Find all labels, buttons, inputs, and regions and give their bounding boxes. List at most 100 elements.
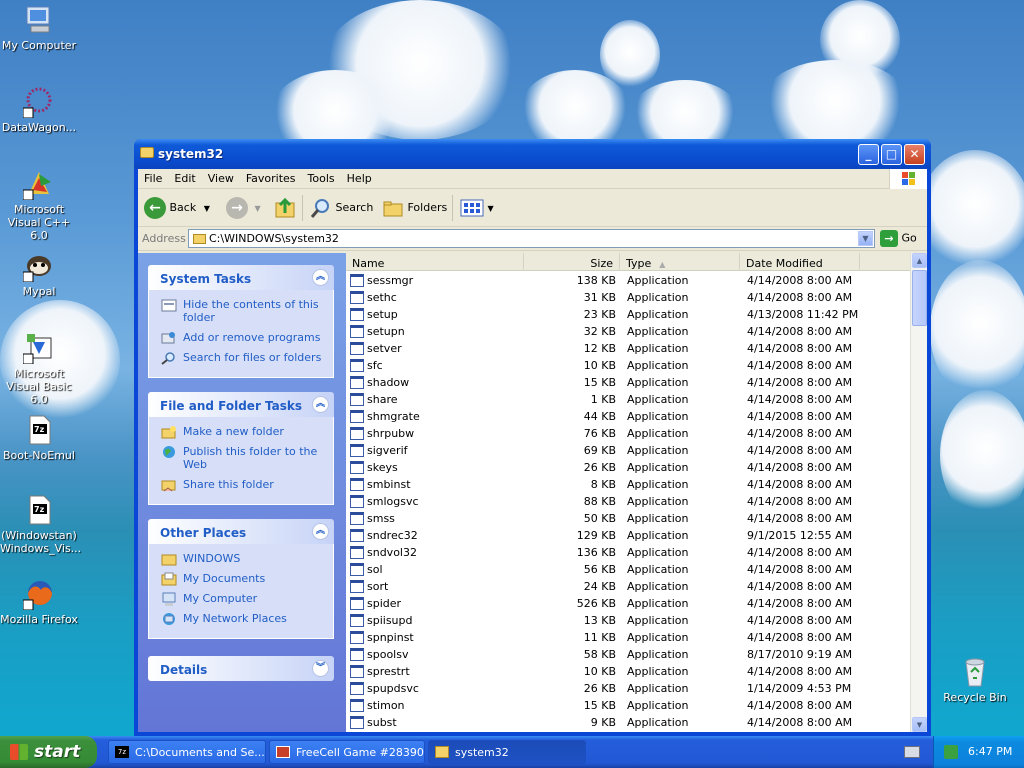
- views-button[interactable]: ▼: [460, 197, 494, 219]
- desktop-icon-datawagon[interactable]: DataWagon...: [0, 86, 78, 134]
- desktop-icon-boot-noemul[interactable]: 7z Boot-NoEmul: [0, 414, 78, 462]
- desktop-icon-mypal[interactable]: Mypal: [0, 250, 78, 298]
- application-icon: [350, 529, 364, 542]
- link-my-computer[interactable]: My Computer: [161, 592, 325, 606]
- link-my-documents[interactable]: My Documents: [161, 572, 325, 586]
- file-row[interactable]: shadow 15 KB Application 4/14/2008 8:00 AM: [346, 374, 910, 391]
- file-row[interactable]: smlogsvc 88 KB Application 4/14/2008 8:00 A…: [346, 493, 910, 510]
- file-row[interactable]: sethc 31 KB Application 4/14/2008 8:00 AM: [346, 289, 910, 306]
- file-row[interactable]: share 1 KB Application 4/14/2008 8:00 AM: [346, 391, 910, 408]
- file-row[interactable]: skeys 26 KB Application 4/14/2008 8:00 AM: [346, 459, 910, 476]
- file-row[interactable]: spnpinst 11 KB Application 4/14/2008 8:00 A…: [346, 629, 910, 646]
- chevron-down-icon[interactable]: ▼: [204, 204, 210, 213]
- desktop-icon-windowstan[interactable]: 7z (Windowstan) Windows_Vis...: [0, 494, 81, 555]
- file-row[interactable]: setup 23 KB Application 4/13/2008 11:42 PM: [346, 306, 910, 323]
- file-row[interactable]: spoolsv 58 KB Application 8/17/2010 9:19 AM: [346, 646, 910, 663]
- link-share-folder[interactable]: Share this folder: [161, 478, 325, 492]
- link-add-remove-programs[interactable]: Add or remove programs: [161, 331, 325, 344]
- file-row[interactable]: smbinst 8 KB Application 4/14/2008 8:00 AM: [346, 476, 910, 493]
- link-search-files[interactable]: Search for files or folders: [161, 351, 325, 365]
- link-windows[interactable]: WINDOWS: [161, 552, 325, 566]
- file-row[interactable]: sessmgr 138 KB Application 4/14/2008 8:00 A…: [346, 272, 910, 289]
- collapse-icon[interactable]: ︽: [312, 269, 329, 286]
- address-dropdown-button[interactable]: ▼: [858, 231, 873, 246]
- file-row[interactable]: sort 24 KB Application 4/14/2008 8:00 AM: [346, 578, 910, 595]
- menu-view[interactable]: View: [202, 169, 240, 185]
- file-date-modified: 4/14/2008 8:00 AM: [747, 563, 853, 576]
- link-my-network-places[interactable]: My Network Places: [161, 612, 325, 625]
- menu-favorites[interactable]: Favorites: [240, 169, 302, 185]
- menu-file[interactable]: File: [138, 169, 168, 185]
- collapse-icon[interactable]: ︽: [312, 396, 329, 413]
- clock[interactable]: 6:47 PM: [968, 745, 1012, 758]
- close-button[interactable]: ✕: [904, 144, 925, 165]
- link-make-new-folder[interactable]: Make a new folder: [161, 425, 325, 439]
- start-button[interactable]: start: [0, 736, 97, 768]
- menu-edit[interactable]: Edit: [168, 169, 201, 185]
- desktop-icon-visual-basic[interactable]: Microsoft Visual Basic 6.0: [0, 332, 78, 406]
- desktop-icon-my-computer[interactable]: My Computer: [0, 4, 78, 52]
- folders-button[interactable]: Folders: [382, 197, 447, 219]
- file-row[interactable]: shrpubw 76 KB Application 4/14/2008 8:00 AM: [346, 425, 910, 442]
- file-type: Application: [627, 444, 689, 457]
- maximize-button[interactable]: □: [881, 144, 902, 165]
- taskbar-item-system32[interactable]: system32: [428, 740, 586, 764]
- taskbar-item-documents[interactable]: 7z C:\Documents and Se...: [108, 740, 266, 764]
- forward-button[interactable]: → ▼: [226, 197, 261, 219]
- menu-help[interactable]: Help: [341, 169, 378, 185]
- file-row[interactable]: stimon 15 KB Application 4/14/2008 8:00 AM: [346, 697, 910, 714]
- file-row[interactable]: subst 9 KB Application 4/14/2008 8:00 AM: [346, 714, 910, 731]
- desktop-icon-recycle-bin[interactable]: Recycle Bin: [936, 656, 1014, 704]
- go-button[interactable]: → Go: [880, 230, 917, 247]
- expand-icon[interactable]: ︾: [312, 660, 329, 677]
- minimize-button[interactable]: _: [858, 144, 879, 165]
- application-icon: [350, 478, 364, 491]
- file-row[interactable]: spider 526 KB Application 4/14/2008 8:00 AM: [346, 595, 910, 612]
- address-input[interactable]: C:\WINDOWS\system32 ▼: [188, 229, 875, 248]
- application-icon: [350, 461, 364, 474]
- file-row[interactable]: setver 12 KB Application 4/14/2008 8:00 AM: [346, 340, 910, 357]
- address-value: C:\WINDOWS\system32: [209, 232, 339, 245]
- file-row[interactable]: shmgrate 44 KB Application 4/14/2008 8:00 A…: [346, 408, 910, 425]
- file-row[interactable]: sfc 10 KB Application 4/14/2008 8:00 AM: [346, 357, 910, 374]
- scroll-thumb[interactable]: [912, 270, 927, 326]
- scroll-up-arrow-icon[interactable]: ▲: [912, 253, 927, 268]
- network-tray-icon[interactable]: [944, 745, 958, 759]
- search-button[interactable]: Search: [310, 197, 373, 219]
- file-row[interactable]: spiisupd 13 KB Application 4/14/2008 8:00 A…: [346, 612, 910, 629]
- panel-header[interactable]: File and Folder Tasks ︽: [148, 392, 334, 417]
- file-row[interactable]: smss 50 KB Application 4/14/2008 8:00 AM: [346, 510, 910, 527]
- link-hide-contents[interactable]: Hide the contents of this folder: [161, 298, 325, 324]
- file-row[interactable]: sprestrt 10 KB Application 4/14/2008 8:00 A…: [346, 663, 910, 680]
- title-bar[interactable]: system32 _ □ ✕: [134, 139, 931, 169]
- file-row[interactable]: sndvol32 136 KB Application 4/14/2008 8:00 …: [346, 544, 910, 561]
- keyboard-icon[interactable]: [904, 746, 920, 758]
- panel-body: WINDOWS My Documents My Computer My Netw…: [148, 544, 334, 639]
- column-size[interactable]: Size: [524, 253, 620, 271]
- panel-header[interactable]: Details ︾: [148, 656, 334, 681]
- menu-tools[interactable]: Tools: [302, 169, 341, 185]
- file-date-modified: 4/14/2008 8:00 AM: [747, 716, 853, 729]
- file-row[interactable]: setupn 32 KB Application 4/14/2008 8:00 AM: [346, 323, 910, 340]
- visual-cpp-icon: [22, 168, 55, 201]
- column-date-modified[interactable]: Date Modified: [740, 253, 860, 271]
- vertical-scrollbar[interactable]: ▲ ▼: [910, 253, 927, 732]
- panel-header[interactable]: Other Places ︽: [148, 519, 334, 544]
- file-row[interactable]: spupdsvc 26 KB Application 1/14/2009 4:53 P…: [346, 680, 910, 697]
- start-label: start: [34, 742, 81, 762]
- back-button[interactable]: ← Back ▼: [144, 197, 210, 219]
- link-publish-to-web[interactable]: Publish this folder to the Web: [161, 445, 325, 471]
- desktop-icon-firefox[interactable]: Mozilla Firefox: [0, 578, 78, 626]
- scroll-down-arrow-icon[interactable]: ▼: [912, 717, 927, 732]
- desktop-icon-visual-cpp[interactable]: Microsoft Visual C++ 6.0: [0, 168, 78, 242]
- column-name[interactable]: Name: [346, 253, 524, 271]
- file-row[interactable]: sndrec32 129 KB Application 9/1/2015 12:55 …: [346, 527, 910, 544]
- column-type[interactable]: Type ▲: [620, 253, 740, 271]
- collapse-icon[interactable]: ︽: [312, 523, 329, 540]
- panel-header[interactable]: System Tasks ︽: [148, 265, 334, 290]
- file-row[interactable]: sol 56 KB Application 4/14/2008 8:00 AM: [346, 561, 910, 578]
- taskbar-item-freecell[interactable]: FreeCell Game #28390: [269, 740, 425, 764]
- file-row[interactable]: sigverif 69 KB Application 4/14/2008 8:00 A…: [346, 442, 910, 459]
- up-button[interactable]: [274, 197, 298, 219]
- file-name: spoolsv: [367, 648, 409, 661]
